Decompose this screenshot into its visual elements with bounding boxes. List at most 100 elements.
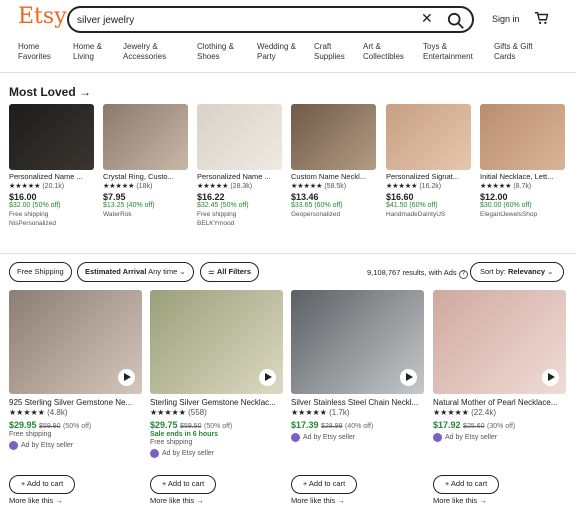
product-title[interactable]: Personalized Name ... [197, 172, 282, 181]
original-price: $32.45 (50% off) [197, 202, 249, 209]
product-image[interactable] [480, 104, 565, 170]
more-like-this-link[interactable]: More like this → [150, 496, 204, 505]
ad-label: Ad by Etsy seller [150, 449, 283, 458]
star-rating-icon: ★★★★★ [291, 408, 327, 417]
ad-badge-icon [433, 433, 442, 442]
ad-label: Ad by Etsy seller [291, 433, 424, 442]
most-loved-card[interactable]: Personalized Name ... ★★★★★ (28.3k) $16.22… [197, 104, 282, 227]
price: $16.60 [386, 192, 414, 202]
price: $17.92 $25.60 (30% off) [433, 420, 516, 430]
all-filters-button[interactable]: ⚌ All Filters [200, 262, 260, 282]
more-like-this-link[interactable]: More like this → [9, 496, 63, 505]
product-title[interactable]: Personalized Name ... [9, 172, 94, 181]
cart-icon[interactable] [534, 11, 548, 25]
play-video-icon[interactable] [400, 369, 417, 386]
arrow-right-icon: → [79, 85, 92, 99]
clear-search-icon[interactable]: ✕ [421, 10, 433, 27]
product-title[interactable]: Initial Necklace, Lett... [480, 172, 565, 181]
filter-icon: ⚌ [208, 267, 215, 276]
free-shipping-label: Free shipping [9, 211, 49, 218]
nav-item-3[interactable]: Clothing & Shoes [197, 42, 234, 62]
chevron-down-icon: ⌄ [179, 267, 186, 276]
nav-item-7[interactable]: Toys & Entertainment [423, 42, 473, 62]
shop-name: HandmadeDaintyUS [386, 211, 446, 218]
nav-item-5[interactable]: Craft Supplies [314, 42, 345, 62]
more-like-this-link[interactable]: More like this → [433, 496, 487, 505]
ad-label: Ad by Etsy seller [9, 441, 142, 450]
play-video-icon[interactable] [542, 369, 559, 386]
add-to-cart-button[interactable]: + Add to cart [150, 475, 216, 494]
listing-image[interactable] [150, 290, 283, 394]
search-input[interactable] [77, 11, 407, 29]
rating: ★★★★★ (4.8k) [9, 408, 68, 417]
nav-item-1[interactable]: Home & Living [73, 42, 102, 62]
rating: ★★★★★ (58.5k) [291, 183, 347, 190]
listing-image[interactable] [9, 290, 142, 394]
product-image[interactable] [386, 104, 471, 170]
listing-title[interactable]: 925 Sterling Silver Gemstone Ne... [9, 398, 142, 407]
shop-name: WaterRok [103, 211, 132, 218]
star-rating-icon: ★★★★★ [9, 408, 45, 417]
listing-card[interactable]: Sterling Silver Gemstone Necklac... ★★★★★… [150, 290, 283, 508]
price: $16.22 [197, 192, 225, 202]
arrow-right-icon: → [55, 496, 63, 505]
price: $29.75 $59.50 (50% off) [150, 420, 233, 430]
product-title[interactable]: Personalized Signat... [386, 172, 471, 181]
star-rating-icon: ★★★★★ [197, 183, 229, 190]
sort-dropdown[interactable]: Sort by: Relevancy ⌄ [470, 262, 564, 282]
shop-name: NisPersonalized [9, 220, 56, 227]
most-loved-card[interactable]: Crystal Ring, Custo... ★★★★★ (18k) $7.95 $1… [103, 104, 188, 218]
listing-title[interactable]: Silver Stainless Steel Chain Neckl... [291, 398, 424, 407]
nav-item-8[interactable]: Gifts & Gift Cards [494, 42, 533, 62]
sign-in-link[interactable]: Sign in [492, 14, 520, 24]
rating: ★★★★★ (1.7k) [291, 408, 350, 417]
search-icon[interactable] [447, 12, 465, 30]
etsy-logo[interactable]: Etsy [18, 4, 67, 29]
product-image[interactable] [103, 104, 188, 170]
product-title[interactable]: Crystal Ring, Custo... [103, 172, 188, 181]
play-video-icon[interactable] [259, 369, 276, 386]
play-video-icon[interactable] [118, 369, 135, 386]
rating: ★★★★★ (20.1k) [9, 183, 65, 190]
most-loved-card[interactable]: Custom Name Neckl... ★★★★★ (58.5k) $13.46 $… [291, 104, 376, 218]
estimated-arrival-filter[interactable]: Estimated Arrival Any time ⌄ [77, 262, 194, 282]
add-to-cart-button[interactable]: + Add to cart [9, 475, 75, 494]
info-icon[interactable]: ? [458, 270, 468, 279]
original-price: $41.50 (60% off) [386, 202, 438, 209]
product-image[interactable] [197, 104, 282, 170]
nav-item-6[interactable]: Art & Collectibles [363, 42, 404, 62]
most-loved-card[interactable]: Personalized Name ... ★★★★★ (20.1k) $16.00… [9, 104, 94, 227]
price: $7.95 [103, 192, 126, 202]
listing-title[interactable]: Sterling Silver Gemstone Necklac... [150, 398, 283, 407]
search-bar[interactable]: ✕ [67, 6, 474, 33]
free-shipping-filter[interactable]: Free Shipping [9, 262, 72, 282]
nav-item-4[interactable]: Wedding & Party [257, 42, 296, 62]
free-shipping-label: Free shipping [150, 439, 193, 446]
rating: ★★★★★ (558) [150, 408, 207, 417]
most-loved-card[interactable]: Personalized Signat... ★★★★★ (16.2k) $16.6… [386, 104, 471, 218]
ad-badge-icon [150, 449, 159, 458]
product-image[interactable] [291, 104, 376, 170]
most-loved-card[interactable]: Initial Necklace, Lett... ★★★★★ (8.7k) $12… [480, 104, 565, 218]
chevron-down-icon: ⌄ [547, 267, 554, 276]
listing-card[interactable]: Silver Stainless Steel Chain Neckl... ★★★… [291, 290, 424, 508]
listing-image[interactable] [291, 290, 424, 394]
nav-item-2[interactable]: Jewelry & Accessories [123, 42, 166, 62]
more-like-this-link[interactable]: More like this → [291, 496, 345, 505]
product-title[interactable]: Custom Name Neckl... [291, 172, 376, 181]
most-loved-heading[interactable]: Most Loved → [9, 85, 91, 99]
listing-image[interactable] [433, 290, 566, 394]
shop-name: ElegantJewelsShop [480, 211, 538, 218]
star-rating-icon: ★★★★★ [103, 183, 135, 190]
star-rating-icon: ★★★★★ [150, 408, 186, 417]
product-image[interactable] [9, 104, 94, 170]
ad-label: Ad by Etsy seller [433, 433, 566, 442]
nav-item-0[interactable]: Home Favorites [18, 42, 51, 62]
listing-card[interactable]: 925 Sterling Silver Gemstone Ne... ★★★★★ … [9, 290, 142, 508]
listing-title[interactable]: Natural Mother of Pearl Necklace... [433, 398, 566, 407]
arrow-right-icon: → [196, 496, 204, 505]
shop-name: BELKYmood [197, 220, 235, 227]
add-to-cart-button[interactable]: + Add to cart [433, 475, 499, 494]
listing-card[interactable]: Natural Mother of Pearl Necklace... ★★★★★… [433, 290, 566, 508]
add-to-cart-button[interactable]: + Add to cart [291, 475, 357, 494]
